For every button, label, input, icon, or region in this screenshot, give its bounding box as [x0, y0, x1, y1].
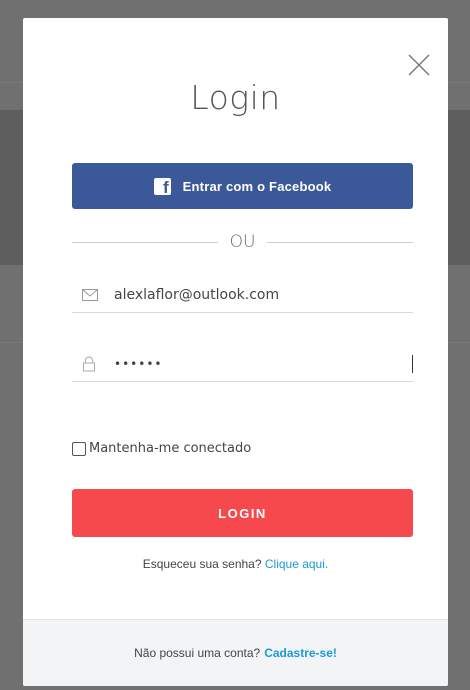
envelope-icon [82, 289, 102, 301]
signup-footer: Não possui uma conta? Cadastre-se! [23, 619, 448, 686]
modal-title: Login [190, 78, 281, 117]
remember-checkbox[interactable] [72, 441, 86, 456]
signup-link[interactable]: Cadastre-se! [264, 646, 337, 660]
facebook-login-button[interactable]: f Entrar com o Facebook [72, 163, 413, 209]
remember-me[interactable]: Mantenha-me conectado [72, 441, 251, 456]
login-button[interactable]: LOGIN [72, 489, 413, 537]
email-input[interactable] [114, 287, 413, 303]
footer-text: Não possui uma conta? [134, 646, 261, 660]
or-divider: OU [72, 232, 414, 252]
password-input[interactable] [114, 357, 448, 371]
email-field [72, 278, 413, 313]
divider-line [72, 241, 218, 243]
lock-icon [82, 356, 102, 372]
forgot-password: Esqueceu sua senha? Clique aqui. [23, 557, 448, 571]
forgot-text: Esqueceu sua senha? [142, 557, 262, 571]
text-cursor [412, 355, 413, 373]
password-field [72, 347, 448, 382]
remember-label: Mantenha-me conectado [89, 441, 252, 456]
forgot-password-link[interactable]: Clique aqui. [265, 557, 328, 571]
divider-line [267, 241, 414, 243]
close-icon[interactable] [406, 52, 432, 78]
divider-text: OU [229, 232, 256, 252]
facebook-button-label: Entrar com o Facebook [182, 178, 332, 194]
facebook-icon: f [153, 177, 171, 195]
login-modal: Login f Entrar com o Facebook OU Mante [23, 18, 448, 686]
